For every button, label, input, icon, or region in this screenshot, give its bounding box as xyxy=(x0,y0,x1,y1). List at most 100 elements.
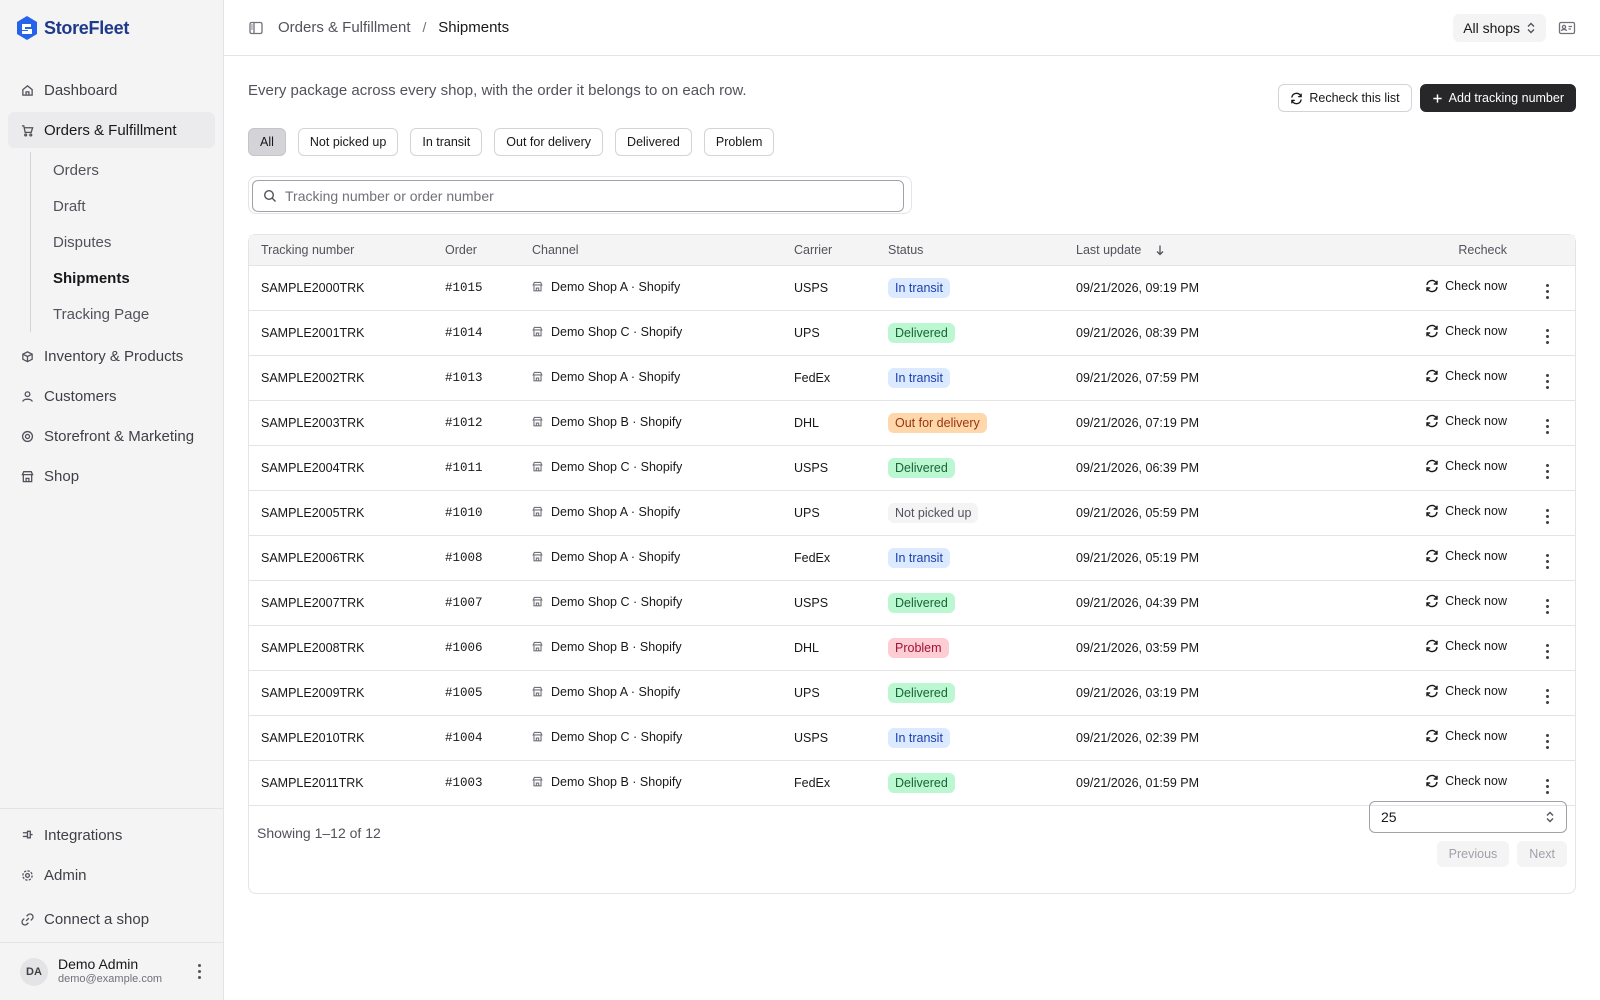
check-now-button[interactable]: Check now xyxy=(1425,279,1507,293)
tracking-number[interactable]: SAMPLE2010TRK xyxy=(249,715,433,760)
add-tracking-button[interactable]: Add tracking number xyxy=(1419,84,1576,112)
tracking-number[interactable]: SAMPLE2007TRK xyxy=(249,580,433,625)
toggle-sidebar-icon[interactable] xyxy=(248,20,264,36)
row-menu-icon[interactable] xyxy=(1539,779,1555,794)
tracking-number[interactable]: SAMPLE2003TRK xyxy=(249,400,433,445)
check-now-button[interactable]: Check now xyxy=(1425,414,1507,428)
row-menu-icon[interactable] xyxy=(1539,374,1555,389)
table-row[interactable]: SAMPLE2008TRK #1006 Demo Shop B · Shopify D… xyxy=(249,625,1575,670)
row-menu-icon[interactable] xyxy=(1539,464,1555,479)
check-now-button[interactable]: Check now xyxy=(1425,324,1507,338)
tracking-number[interactable]: SAMPLE2000TRK xyxy=(249,265,433,310)
table-row[interactable]: SAMPLE2000TRK #1015 Demo Shop A · Shopify U… xyxy=(249,265,1575,310)
check-now-button[interactable]: Check now xyxy=(1425,549,1507,563)
sidebar-subitem-shipments[interactable]: Shipments xyxy=(39,260,215,296)
breadcrumb-parent[interactable]: Orders & Fulfillment xyxy=(278,19,411,36)
tracking-number[interactable]: SAMPLE2008TRK xyxy=(249,625,433,670)
check-now-button[interactable]: Check now xyxy=(1425,594,1507,608)
status-cell: Delivered xyxy=(876,760,1064,805)
order-number[interactable]: #1011 xyxy=(433,445,520,490)
filter-in-transit[interactable]: In transit xyxy=(410,128,483,156)
column-header-last-update[interactable]: Last update xyxy=(1064,235,1316,266)
row-menu-icon[interactable] xyxy=(1539,689,1555,704)
app-logo[interactable]: StoreFleet xyxy=(0,0,223,56)
tracking-number[interactable]: SAMPLE2004TRK xyxy=(249,445,433,490)
check-now-button[interactable]: Check now xyxy=(1425,684,1507,698)
row-menu-icon[interactable] xyxy=(1539,644,1555,659)
sidebar-item-customers[interactable]: Customers xyxy=(8,378,215,414)
order-number[interactable]: #1006 xyxy=(433,625,520,670)
row-menu-icon[interactable] xyxy=(1539,419,1555,434)
table-row[interactable]: SAMPLE2001TRK #1014 Demo Shop C · Shopify U… xyxy=(249,310,1575,355)
order-number[interactable]: #1008 xyxy=(433,535,520,580)
row-menu-icon[interactable] xyxy=(1539,329,1555,344)
table-row[interactable]: SAMPLE2010TRK #1004 Demo Shop C · Shopify U… xyxy=(249,715,1575,760)
row-menu-icon[interactable] xyxy=(1539,599,1555,614)
table-row[interactable]: SAMPLE2011TRK #1003 Demo Shop B · Shopify F… xyxy=(249,760,1575,805)
sidebar-subitem-orders[interactable]: Orders xyxy=(39,152,215,188)
user-profile[interactable]: DA Demo Admin demo@example.com xyxy=(0,942,223,1000)
table-row[interactable]: SAMPLE2004TRK #1011 Demo Shop C · Shopify U… xyxy=(249,445,1575,490)
sidebar-item-shop[interactable]: Shop xyxy=(8,458,215,494)
check-now-button[interactable]: Check now xyxy=(1425,459,1507,473)
user-menu-icon[interactable] xyxy=(191,962,207,982)
order-number[interactable]: #1013 xyxy=(433,355,520,400)
row-menu-icon[interactable] xyxy=(1539,734,1555,749)
tracking-number[interactable]: SAMPLE2002TRK xyxy=(249,355,433,400)
tracking-number[interactable]: SAMPLE2001TRK xyxy=(249,310,433,355)
check-now-button[interactable]: Check now xyxy=(1425,729,1507,743)
table-row[interactable]: SAMPLE2006TRK #1008 Demo Shop A · Shopify F… xyxy=(249,535,1575,580)
tracking-number[interactable]: SAMPLE2005TRK xyxy=(249,490,433,535)
row-menu-icon[interactable] xyxy=(1539,284,1555,299)
order-number[interactable]: #1004 xyxy=(433,715,520,760)
filter-all[interactable]: All xyxy=(248,128,286,156)
order-number[interactable]: #1015 xyxy=(433,265,520,310)
filter-delivered[interactable]: Delivered xyxy=(615,128,692,156)
sidebar-item-inventory-products[interactable]: Inventory & Products xyxy=(8,338,215,374)
recheck-list-button[interactable]: Recheck this list xyxy=(1278,84,1412,112)
order-number[interactable]: #1003 xyxy=(433,760,520,805)
row-menu-icon[interactable] xyxy=(1539,554,1555,569)
next-page-button[interactable]: Next xyxy=(1517,841,1567,867)
tracking-number[interactable]: SAMPLE2006TRK xyxy=(249,535,433,580)
tracking-number[interactable]: SAMPLE2009TRK xyxy=(249,670,433,715)
sidebar-subitem-tracking-page[interactable]: Tracking Page xyxy=(39,296,215,332)
target-icon xyxy=(20,429,34,443)
tracking-number[interactable]: SAMPLE2011TRK xyxy=(249,760,433,805)
sidebar-item-storefront-marketing[interactable]: Storefront & Marketing xyxy=(8,418,215,454)
search-input[interactable] xyxy=(285,188,893,204)
carrier: USPS xyxy=(794,280,829,295)
page-size-select[interactable]: 25 xyxy=(1369,801,1567,833)
recheck-cell: Check now xyxy=(1316,355,1507,400)
previous-page-button[interactable]: Previous xyxy=(1436,841,1510,867)
table-row[interactable]: SAMPLE2002TRK #1013 Demo Shop A · Shopify F… xyxy=(249,355,1575,400)
check-now-button[interactable]: Check now xyxy=(1425,639,1507,653)
order-number[interactable]: #1010 xyxy=(433,490,520,535)
check-now-button[interactable]: Check now xyxy=(1425,504,1507,518)
sidebar-subitem-draft[interactable]: Draft xyxy=(39,188,215,224)
order-number[interactable]: #1014 xyxy=(433,310,520,355)
sidebar-item-admin[interactable]: Admin xyxy=(8,857,215,893)
table-row[interactable]: SAMPLE2007TRK #1007 Demo Shop C · Shopify U… xyxy=(249,580,1575,625)
table-row[interactable]: SAMPLE2009TRK #1005 Demo Shop A · Shopify U… xyxy=(249,670,1575,715)
row-menu-icon[interactable] xyxy=(1539,509,1555,524)
order-number[interactable]: #1005 xyxy=(433,670,520,715)
table-row[interactable]: SAMPLE2003TRK #1012 Demo Shop B · Shopify D… xyxy=(249,400,1575,445)
sidebar-item-dashboard[interactable]: Dashboard xyxy=(8,72,215,108)
id-card-icon[interactable] xyxy=(1558,20,1576,36)
order-number[interactable]: #1007 xyxy=(433,580,520,625)
order-number[interactable]: #1012 xyxy=(433,400,520,445)
shop-selector[interactable]: All shops xyxy=(1453,13,1546,42)
check-now-button[interactable]: Check now xyxy=(1425,369,1507,383)
filter-problem[interactable]: Problem xyxy=(703,128,775,156)
sidebar-item-integrations[interactable]: Integrations xyxy=(8,817,215,853)
filter-not-picked-up[interactable]: Not picked up xyxy=(297,128,399,156)
check-now-button[interactable]: Check now xyxy=(1425,774,1507,788)
sidebar-item-orders-fulfillment[interactable]: Orders & Fulfillment xyxy=(8,112,215,148)
channel-cell: Demo Shop A · Shopify xyxy=(520,490,782,535)
table-row[interactable]: SAMPLE2005TRK #1010 Demo Shop A · Shopify U… xyxy=(249,490,1575,535)
channel-name: Demo Shop A · Shopify xyxy=(551,369,681,384)
filter-out-for-delivery[interactable]: Out for delivery xyxy=(494,128,604,156)
sidebar-subitem-disputes[interactable]: Disputes xyxy=(39,224,215,260)
sidebar-item-connect-shop[interactable]: Connect a shop xyxy=(8,901,215,937)
